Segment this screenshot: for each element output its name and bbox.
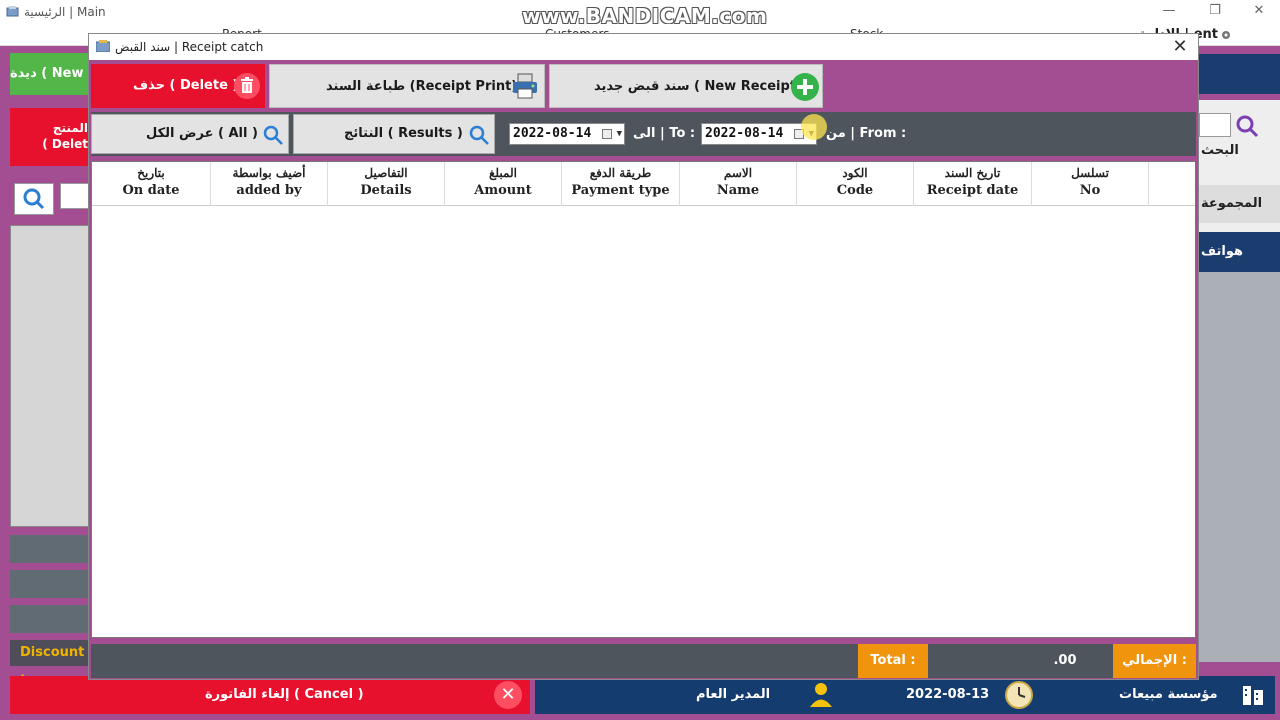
column-header-en: Details	[360, 183, 412, 198]
mouse-cursor-highlight	[801, 114, 827, 140]
column-header-code[interactable]: الكود Code	[796, 162, 913, 206]
search-icon[interactable]	[1234, 113, 1260, 139]
search-icon	[23, 188, 45, 210]
bg-right-search-input[interactable]	[1199, 113, 1231, 137]
show-all-button[interactable]: عرض الكل ( All )	[91, 114, 289, 154]
dialog-app-icon	[96, 40, 110, 52]
maximize-icon[interactable]: ❐	[1200, 2, 1230, 20]
bg-search-button[interactable]	[14, 183, 54, 215]
bg-delete-product-button[interactable]: المنتج ( Delet	[10, 108, 92, 166]
main-window-title: الرئيسية | Main	[24, 5, 106, 19]
bg-summary-bar	[10, 570, 92, 598]
column-header-name[interactable]: الاسم Name	[679, 162, 796, 206]
bg-category-phones[interactable]: هواتف	[1196, 232, 1280, 272]
clock-icon	[1005, 681, 1033, 709]
search-icon	[469, 125, 489, 145]
bg-group-label: المجموعة	[1196, 185, 1280, 223]
row-header-column	[1148, 162, 1195, 206]
receipts-table[interactable]: بتاريخ On date أضيف بواسطة added by التف…	[91, 161, 1196, 638]
column-header-receipt-date[interactable]: تاريخ السند Receipt date	[913, 162, 1031, 206]
gear-icon	[1222, 31, 1230, 39]
plus-icon	[791, 73, 819, 101]
column-header-en: Receipt date	[926, 183, 1019, 198]
delete-button[interactable]: حذف ( Delete )	[91, 64, 265, 108]
app-icon	[6, 6, 19, 17]
close-icon[interactable]: ✕	[1244, 2, 1274, 20]
from-date-value: 2022-08-14	[705, 126, 784, 141]
calendar-icon	[602, 129, 612, 139]
bg-product-list	[10, 225, 92, 527]
results-label: النتائج ( Results )	[344, 126, 463, 141]
bg-delete-line2: ( Delet	[42, 137, 88, 151]
receipt-print-button[interactable]: طباعة السند (Receipt Print)	[269, 64, 545, 108]
new-receipt-label: سند قبض جديد ( New Receipt )	[594, 79, 807, 94]
status-company: مؤسسة مبيعات	[1119, 687, 1218, 702]
dialog-titlebar: سند القبض | Receipt catch ✕	[89, 34, 1198, 60]
column-header-ar: الاسم	[723, 166, 753, 180]
column-header-ar: التفاصيل	[364, 166, 408, 180]
bg-search-label: البحث	[1201, 143, 1239, 158]
column-header-en: No	[1079, 183, 1101, 198]
show-all-label: عرض الكل ( All )	[146, 126, 258, 141]
column-header-en: Name	[716, 183, 760, 198]
cancel-icon: ✕	[494, 681, 522, 709]
column-header-ar: أضيف بواسطة	[232, 166, 306, 180]
receipt-dialog: سند القبض | Receipt catch ✕ حذف ( Delete…	[88, 33, 1199, 680]
dialog-title: سند القبض | Receipt catch	[115, 40, 264, 54]
to-date-value: 2022-08-14	[513, 126, 592, 141]
column-header-en: Payment type	[571, 183, 670, 198]
status-date: 2022-08-13	[906, 687, 990, 702]
column-header-ar: بتاريخ	[137, 166, 165, 180]
bg-category-panel	[1196, 272, 1280, 662]
column-header-en: Code	[836, 183, 874, 198]
column-header-ar: تسلسل	[1071, 166, 1109, 180]
column-header-on-date[interactable]: بتاريخ On date	[92, 162, 210, 206]
receipt-print-label: طباعة السند (Receipt Print)	[326, 79, 518, 94]
printer-icon	[513, 73, 537, 99]
bg-new-button[interactable]: ديدة ( New )	[10, 53, 92, 95]
bg-summary-bar	[10, 605, 92, 633]
total-label: Total :	[858, 644, 928, 678]
column-header-ar: المبلغ	[489, 166, 517, 180]
from-label: من | From :	[826, 126, 907, 141]
discount-label: Discount :	[10, 640, 92, 686]
bg-right-header	[1196, 54, 1280, 94]
filter-bar: عرض الكل ( All ) النتائج ( Results ) 202…	[91, 112, 1196, 156]
total-value: .00	[1053, 653, 1077, 668]
column-header-details[interactable]: التفاصيل Details	[327, 162, 444, 206]
column-header-amount[interactable]: المبلغ Amount	[444, 162, 561, 206]
column-header-ar: الكود	[842, 166, 868, 180]
column-header-no[interactable]: تسلسل No	[1031, 162, 1148, 206]
column-header-en: On date	[122, 183, 180, 198]
building-icon	[1243, 686, 1263, 705]
minimize-icon[interactable]: —	[1154, 2, 1184, 20]
chevron-down-icon: ▼	[616, 129, 622, 139]
table-header: بتاريخ On date أضيف بواسطة added by التف…	[92, 162, 1195, 206]
search-icon	[263, 125, 283, 145]
results-button[interactable]: النتائج ( Results )	[293, 114, 495, 154]
column-header-en: added by	[236, 183, 302, 198]
trash-icon	[234, 73, 260, 99]
column-header-added-by[interactable]: أضيف بواسطة added by	[210, 162, 327, 206]
to-label: الى | To :	[633, 126, 696, 141]
bg-summary-bar	[10, 535, 92, 563]
main-titlebar: الرئيسية | Main www.BANDICAM.com — ❐ ✕	[0, 0, 1280, 28]
from-date-picker[interactable]: 2022-08-14 ▼	[701, 123, 817, 145]
dialog-close-icon[interactable]: ✕	[1168, 35, 1192, 59]
delete-button-label: حذف ( Delete )	[133, 78, 239, 93]
column-header-en: Amount	[474, 183, 532, 198]
user-icon	[810, 683, 832, 707]
column-header-ar: طريقة الدفع	[589, 166, 652, 180]
cancel-invoice-label: إلغاء الفاتورة ( Cancel )	[205, 687, 364, 702]
new-receipt-button[interactable]: سند قبض جديد ( New Receipt )	[549, 64, 823, 108]
status-user: المدير العام	[696, 687, 771, 702]
column-header-ar: تاريخ السند	[944, 166, 1001, 180]
total-ar-label: الإجمالي :	[1113, 644, 1196, 678]
column-header-payment-type[interactable]: طريقة الدفع Payment type	[561, 162, 679, 206]
totals-bar: Total : .00 الإجمالي :	[91, 644, 1196, 678]
bg-delete-line1: المنتج	[52, 121, 88, 135]
to-date-picker[interactable]: 2022-08-14 ▼	[509, 123, 625, 145]
